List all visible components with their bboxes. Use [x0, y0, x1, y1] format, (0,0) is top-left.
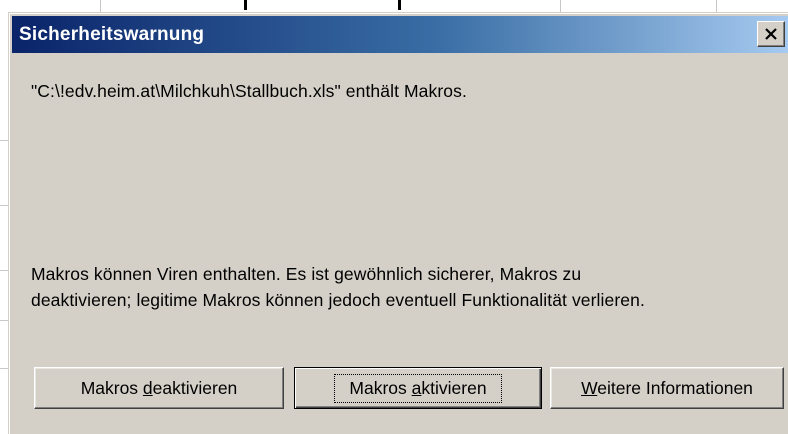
- enable-macros-button[interactable]: Makros aktivieren: [294, 367, 542, 409]
- disable-macros-label: Makros deaktivieren: [80, 377, 238, 398]
- cell-marker: [398, 0, 401, 10]
- file-macro-message: "C:\!edv.heim.at\Milchkuh\Stallbuch.xls"…: [31, 81, 467, 101]
- warning-line-1: Makros können Viren enthalten. Es ist ge…: [31, 264, 582, 284]
- grid-line: [100, 0, 101, 12]
- grid-line: [0, 368, 8, 369]
- dialog-title: Sicherheitswarnung: [19, 23, 205, 45]
- title-bar[interactable]: Sicherheitswarnung: [12, 16, 788, 53]
- grid-line: [0, 320, 8, 321]
- disable-macros-button[interactable]: Makros deaktivieren: [34, 367, 284, 409]
- close-button[interactable]: [757, 21, 785, 47]
- more-info-button[interactable]: Weitere Informationen: [550, 367, 784, 409]
- grid-line: [0, 270, 8, 271]
- grid-line: [0, 205, 8, 206]
- grid-line: [560, 0, 561, 12]
- cell-marker: [244, 0, 247, 10]
- more-info-label: Weitere Informationen: [581, 377, 753, 398]
- security-warning-dialog: Sicherheitswarnung "C:\!edv.heim.at\Milc…: [8, 12, 788, 434]
- warning-line-2: deaktivieren; legitime Makros können jed…: [31, 290, 645, 310]
- grid-line: [716, 0, 717, 12]
- close-icon: [765, 28, 777, 40]
- enable-macros-label: Makros aktivieren: [334, 373, 502, 403]
- virus-warning-text: Makros können Viren enthalten. Es ist ge…: [31, 261, 788, 313]
- grid-line: [0, 140, 8, 141]
